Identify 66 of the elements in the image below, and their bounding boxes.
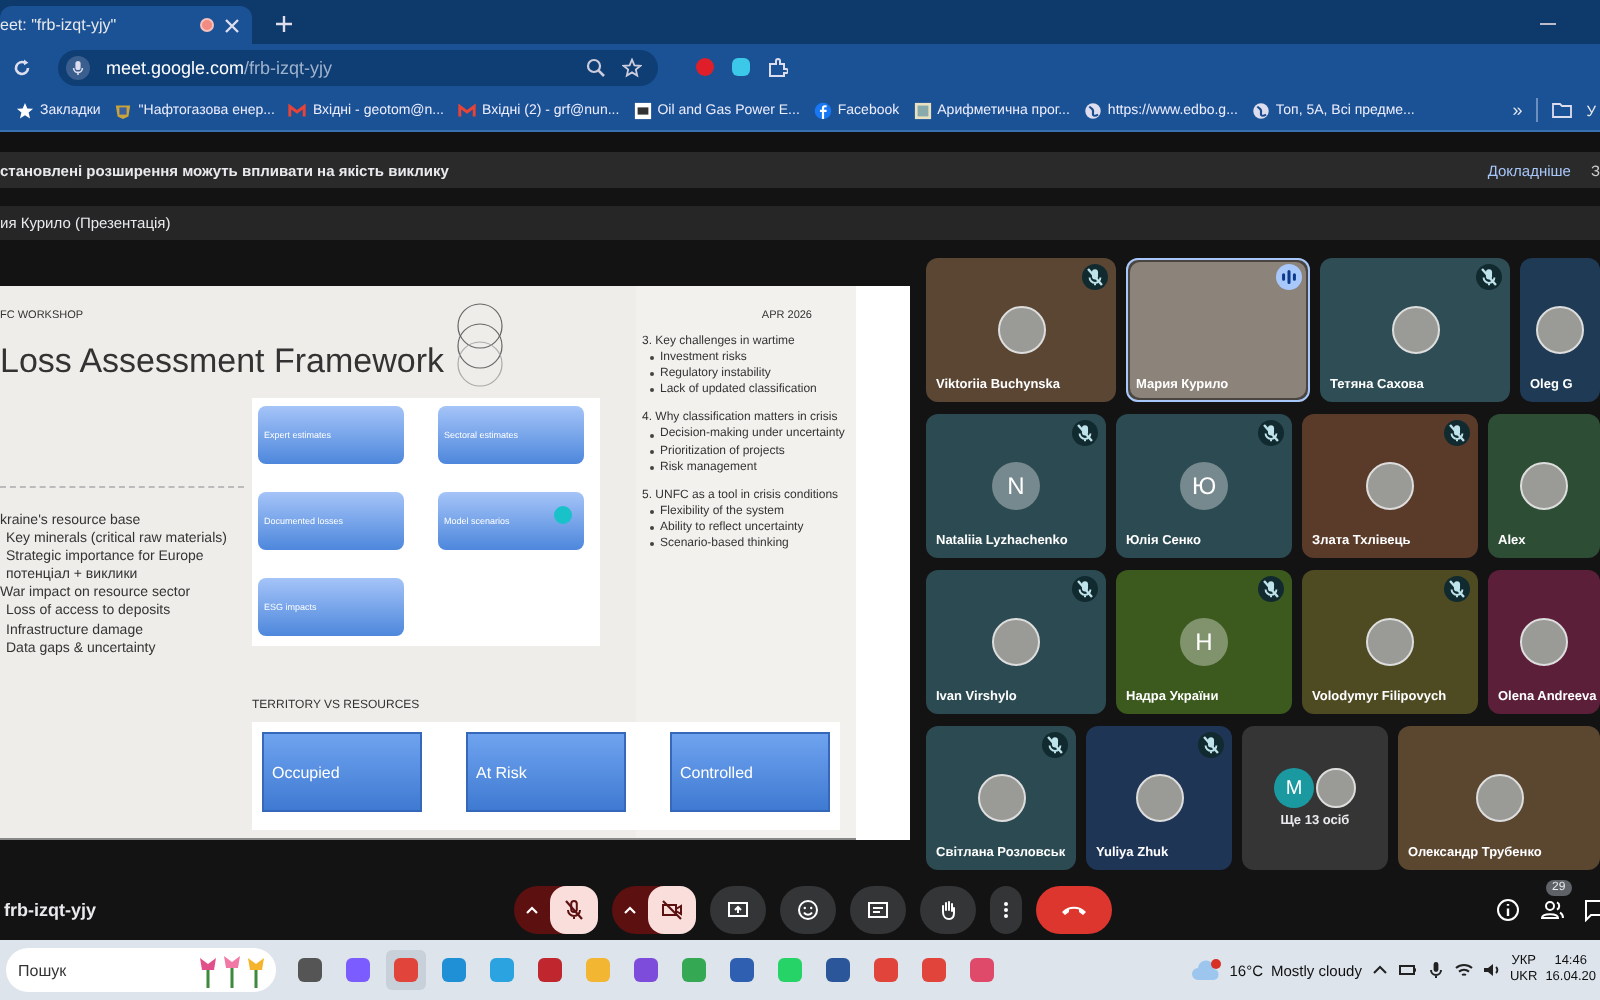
avatar: Н (1180, 618, 1228, 666)
mail-icon (288, 101, 307, 119)
reload-icon[interactable] (12, 57, 32, 77)
avatar (977, 774, 1025, 822)
slide-title: Loss Assessment Framework (0, 340, 445, 382)
avatar: N (992, 462, 1040, 510)
star-icon[interactable] (622, 57, 642, 77)
avatar (1135, 774, 1183, 822)
avatar (1366, 618, 1414, 666)
address-bar[interactable]: meet.google.com/frb-izqt-yjy (58, 49, 658, 85)
meeting-code: frb-izqt-yjy (4, 900, 98, 920)
cloud-icon (1189, 958, 1222, 982)
facebook-icon (813, 101, 832, 119)
emblem-icon (114, 101, 133, 119)
territory-box: At Risk (466, 732, 626, 812)
globe-icon (1083, 101, 1102, 119)
battery-icon[interactable] (1397, 960, 1418, 980)
more-options-button[interactable] (990, 886, 1022, 934)
logo-icon (633, 101, 652, 119)
microphone-icon[interactable] (66, 55, 90, 79)
avatar (1520, 462, 1568, 510)
microphone-icon[interactable] (1425, 960, 1446, 980)
territory-box: Occupied (262, 732, 422, 812)
wifi-icon[interactable] (1453, 960, 1474, 980)
more-bookmarks-button[interactable]: » (1512, 100, 1523, 120)
info-icon[interactable] (1496, 898, 1520, 922)
raise-hand-button[interactable] (920, 886, 976, 934)
new-tab-icon[interactable] (276, 16, 292, 32)
hang-up-icon (1060, 902, 1088, 918)
present-icon (726, 898, 750, 922)
smiley-icon (796, 898, 820, 922)
microphone-button[interactable] (550, 886, 598, 934)
mail-icon (458, 101, 477, 119)
avatar (1520, 618, 1568, 666)
captions-icon (866, 898, 890, 922)
avatar (1366, 462, 1414, 510)
caret-icon[interactable] (524, 902, 540, 918)
avatar (1475, 774, 1523, 822)
speaker-icon[interactable] (1481, 960, 1502, 980)
globe-icon (1251, 101, 1270, 119)
more-icon (1002, 898, 1010, 922)
captions-button[interactable] (850, 886, 906, 934)
microphone-icon (562, 898, 586, 922)
avatar (1391, 306, 1439, 354)
territory-box: Controlled (670, 732, 830, 812)
zoom-icon[interactable] (586, 57, 606, 77)
present-button[interactable] (710, 886, 766, 934)
star-icon (16, 101, 34, 119)
camera-button[interactable] (648, 886, 696, 934)
search-field[interactable]: Пошук (6, 948, 276, 992)
avatar (992, 618, 1040, 666)
puzzle-icon[interactable] (768, 57, 788, 77)
browser-tab[interactable]: eet: "frb-izqt-yjy" (0, 6, 252, 44)
hand-icon (936, 898, 960, 922)
people-icon[interactable] (1540, 898, 1564, 922)
end-call-button[interactable] (1036, 886, 1112, 934)
avatar (1316, 768, 1356, 808)
avatar: M (1274, 768, 1314, 808)
avatar (997, 306, 1045, 354)
caret-icon[interactable] (622, 902, 638, 918)
avatar: Ю (1180, 462, 1228, 510)
avatar (1536, 306, 1584, 354)
emoji-button[interactable] (780, 886, 836, 934)
image-icon (913, 101, 932, 119)
rings-drawing (452, 302, 509, 390)
close-icon[interactable] (224, 17, 240, 33)
